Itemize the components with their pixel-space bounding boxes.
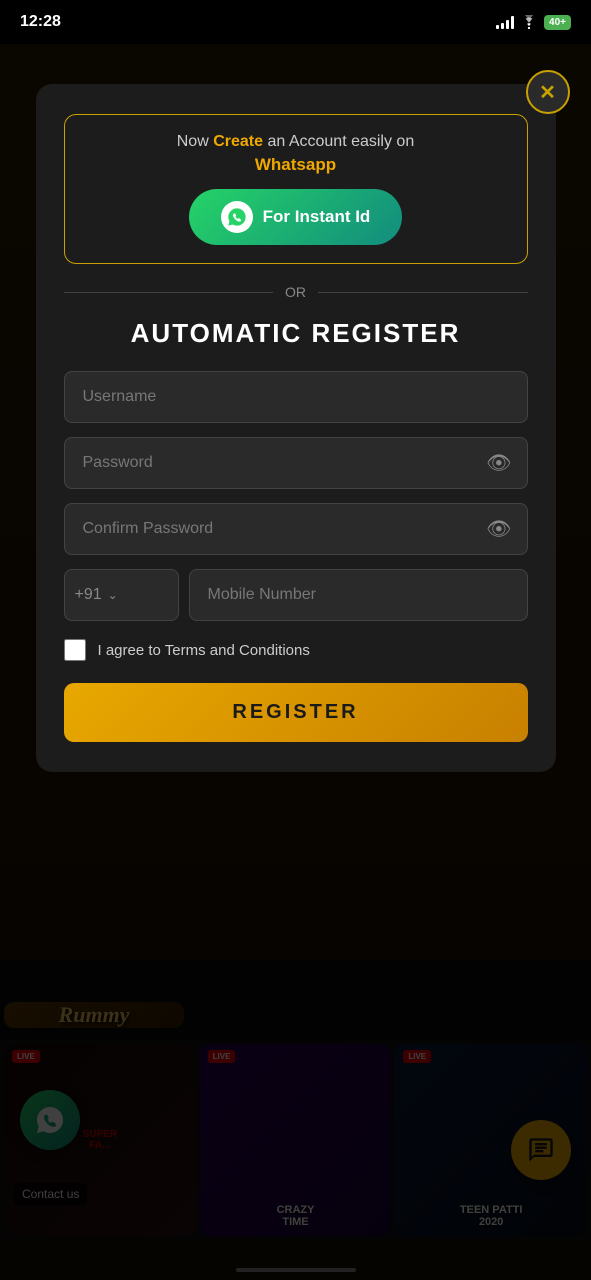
battery-indicator: 40+ (544, 15, 571, 30)
whatsapp-app-name: Whatsapp (85, 155, 507, 175)
register-title: AUTOMATIC REGISTER (64, 318, 528, 349)
modal-overlay: ✕ Now Create an Account easily on Whatsa… (0, 44, 591, 1280)
divider: OR (64, 284, 528, 300)
time: 12:28 (20, 13, 61, 31)
confirm-password-input[interactable] (64, 503, 528, 555)
signal-icon (496, 15, 514, 29)
phone-row: +91 ⌄ (64, 569, 528, 621)
register-modal: ✕ Now Create an Account easily on Whatsa… (36, 84, 556, 772)
password-eye-icon[interactable]: 👁 (486, 451, 511, 476)
mobile-number-input[interactable] (189, 569, 528, 621)
username-input[interactable] (64, 371, 528, 423)
terms-checkbox[interactable] (64, 639, 86, 661)
terms-row: I agree to Terms and Conditions (64, 639, 528, 661)
password-field: 👁 (64, 437, 528, 489)
country-code-select[interactable]: +91 ⌄ (64, 569, 179, 621)
wifi-icon (520, 15, 538, 29)
whatsapp-section: Now Create an Account easily on Whatsapp… (64, 114, 528, 264)
confirm-password-field: 👁 (64, 503, 528, 555)
register-button[interactable]: REGISTER (64, 683, 528, 742)
whatsapp-instant-id-button[interactable]: For Instant Id (189, 189, 403, 245)
confirm-password-eye-icon[interactable]: 👁 (486, 517, 511, 542)
password-input[interactable] (64, 437, 528, 489)
whatsapp-btn-label: For Instant Id (263, 207, 371, 227)
country-code-value: +91 (75, 586, 102, 604)
status-bar: 12:28 40+ (0, 0, 591, 44)
close-button[interactable]: ✕ (526, 70, 570, 114)
whatsapp-tagline: Now Create an Account easily on (85, 133, 507, 151)
dropdown-chevron-icon: ⌄ (108, 588, 118, 602)
terms-label[interactable]: I agree to Terms and Conditions (98, 642, 310, 659)
whatsapp-logo-icon (221, 201, 253, 233)
username-field (64, 371, 528, 423)
status-indicators: 40+ (496, 15, 571, 30)
